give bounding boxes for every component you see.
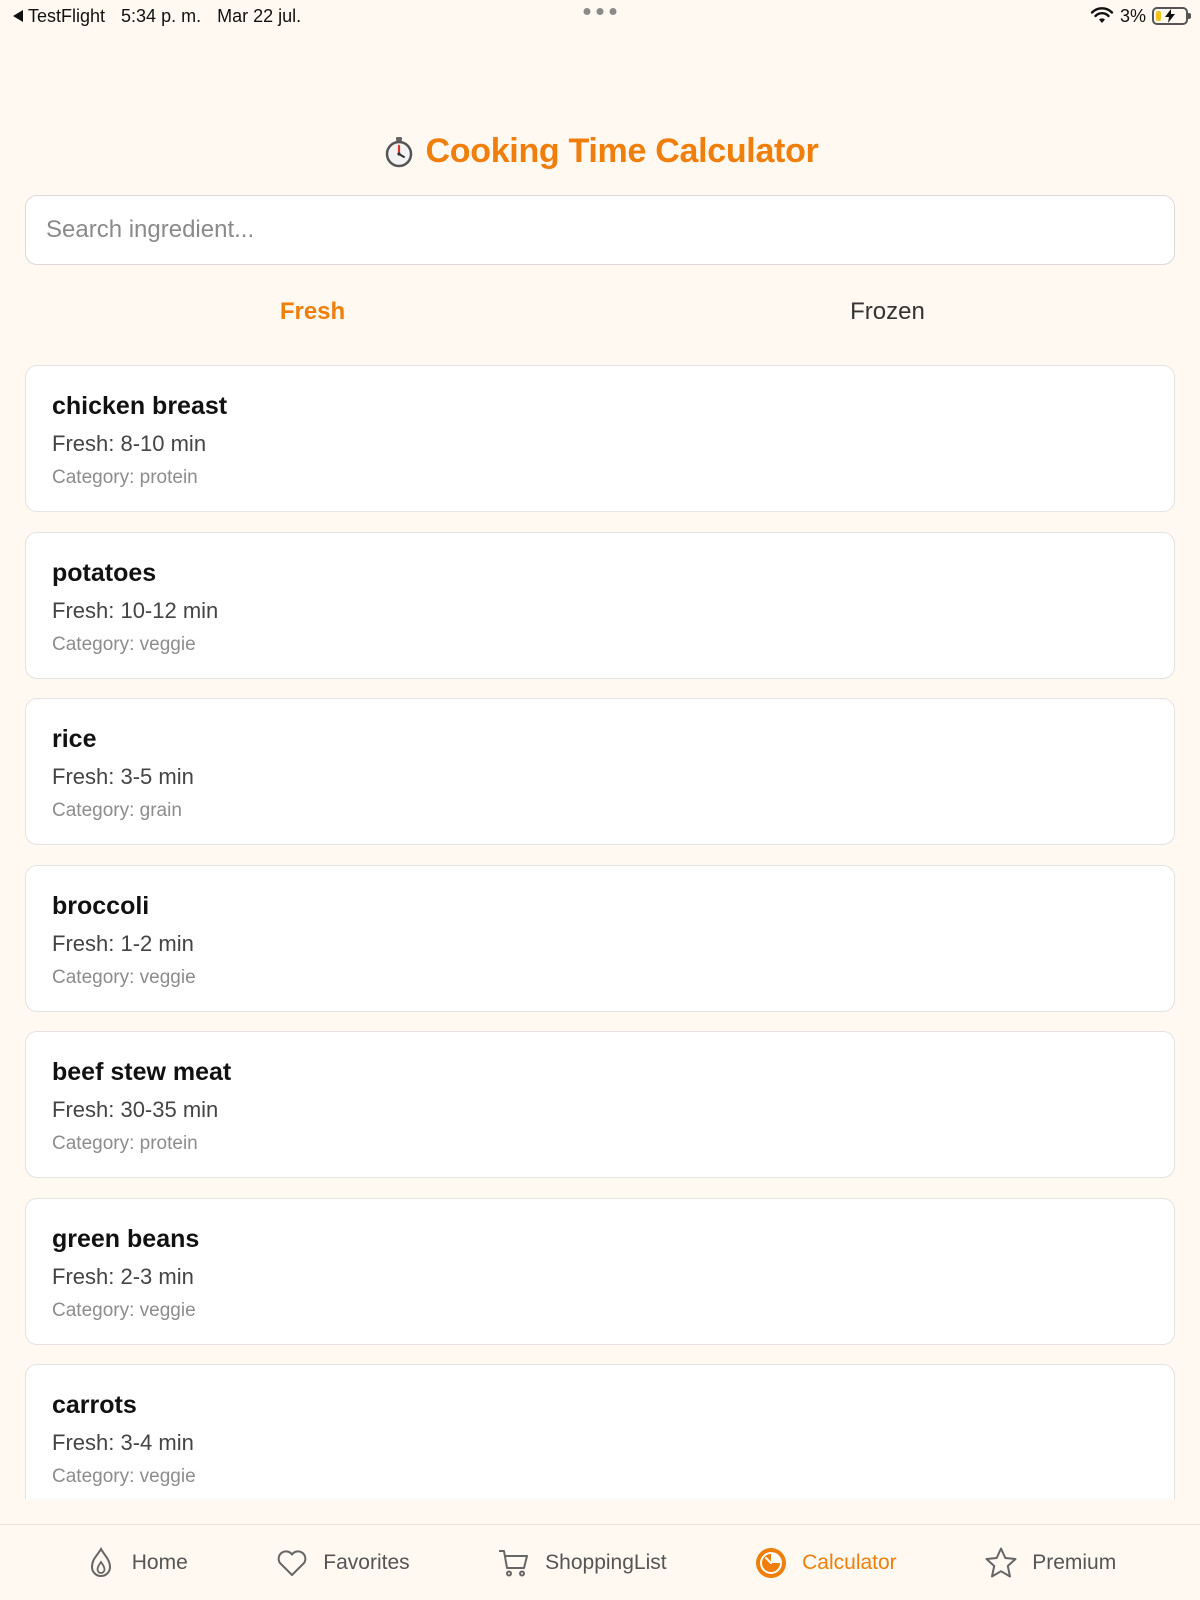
ingredient-category: Category: veggie (52, 1466, 196, 1487)
heart-icon (277, 1549, 307, 1576)
search-input[interactable] (25, 195, 1175, 265)
tab-bar: Fresh Frozen (25, 290, 1175, 334)
bottom-tab-bar: Home Favorites ShoppingList Calculator P… (0, 1524, 1200, 1600)
battery-icon (1152, 7, 1191, 25)
ingredient-time: Fresh: 8-10 min (52, 431, 207, 456)
timer-icon (756, 1547, 787, 1578)
status-time: 5:34 p. m. (121, 5, 202, 26)
back-to-app[interactable]: TestFlight (12, 6, 105, 27)
ingredient-category: Category: grain (52, 800, 182, 821)
nav-shoppinglist-label: ShoppingList (545, 1550, 667, 1574)
list-item[interactable]: broccoli Fresh: 1-2 min Category: veggie (25, 864, 1175, 1012)
ingredient-name: green beans (52, 1224, 200, 1253)
status-date: Mar 22 jul. (217, 5, 302, 26)
nav-favorites[interactable]: Favorites (275, 1546, 410, 1580)
ingredient-category: Category: veggie (52, 633, 196, 655)
status-left: TestFlight 5:34 p. m. Mar 22 jul. (12, 6, 301, 27)
ingredient-category: Category: veggie (52, 966, 196, 988)
nav-favorites-label: Favorites (323, 1550, 410, 1574)
stopwatch-icon (385, 136, 412, 167)
app-screen: TestFlight 5:34 p. m. Mar 22 jul. 3% Coo… (0, 0, 1200, 1600)
star-icon (985, 1547, 1017, 1577)
list-item[interactable]: rice Fresh: 3-5 min Category: grain (25, 698, 1175, 845)
nav-premium[interactable]: Premium (984, 1546, 1116, 1580)
ingredient-name: broccoli (52, 891, 150, 920)
ingredient-name: beef stew meat (52, 1058, 232, 1086)
page-header: Cooking Time Calculator (0, 132, 1200, 171)
ingredient-time: Fresh: 3-4 min (52, 1430, 194, 1455)
battery-percent: 3% (1119, 5, 1146, 26)
list-item[interactable]: green beans Fresh: 2-3 min Category: veg… (25, 1197, 1175, 1345)
ingredient-time: Fresh: 10-12 min (52, 597, 219, 623)
ingredient-name: carrots (52, 1391, 137, 1419)
ingredient-category: Category: protein (52, 467, 198, 488)
wifi-icon (1090, 7, 1114, 23)
ingredient-time: Fresh: 30-35 min (52, 1097, 219, 1122)
nav-home-label: Home (131, 1550, 188, 1574)
back-arrow-icon (13, 10, 23, 22)
back-app-label: TestFlight (28, 5, 106, 26)
ingredient-name: rice (52, 725, 97, 753)
flame-icon (90, 1546, 111, 1577)
list-item[interactable]: carrots Fresh: 3-4 min Category: veggie (25, 1364, 1175, 1499)
ingredient-list[interactable]: chicken breast Fresh: 8-10 min Category:… (25, 365, 1175, 1499)
cart-icon (499, 1549, 529, 1576)
multitasking-dots-icon[interactable] (583, 8, 617, 15)
tab-frozen[interactable]: Frozen (600, 290, 1175, 334)
ingredient-name: chicken breast (52, 392, 228, 420)
page-title: Cooking Time Calculator (425, 132, 819, 170)
nav-premium-label: Premium (1032, 1550, 1117, 1574)
ingredient-time: Fresh: 1-2 min (52, 930, 194, 956)
tab-fresh[interactable]: Fresh (25, 290, 600, 334)
ingredient-time: Fresh: 2-3 min (52, 1263, 194, 1289)
nav-shoppinglist[interactable]: ShoppingList (497, 1546, 667, 1580)
ingredient-category: Category: protein (52, 1133, 198, 1154)
list-item[interactable]: chicken breast Fresh: 8-10 min Category:… (25, 365, 1175, 512)
nav-calculator-label: Calculator (802, 1550, 897, 1574)
list-item[interactable]: beef stew meat Fresh: 30-35 min Category… (25, 1031, 1175, 1178)
list-item[interactable]: potatoes Fresh: 10-12 min Category: vegg… (25, 531, 1175, 679)
nav-home[interactable]: Home (84, 1546, 188, 1580)
status-right: 3% (1090, 5, 1191, 27)
ingredient-name: potatoes (52, 558, 157, 587)
status-bar: TestFlight 5:34 p. m. Mar 22 jul. 3% (0, 0, 1200, 32)
nav-calculator[interactable]: Calculator (754, 1546, 897, 1580)
ingredient-category: Category: veggie (52, 1299, 196, 1321)
ingredient-time: Fresh: 3-5 min (52, 764, 194, 789)
